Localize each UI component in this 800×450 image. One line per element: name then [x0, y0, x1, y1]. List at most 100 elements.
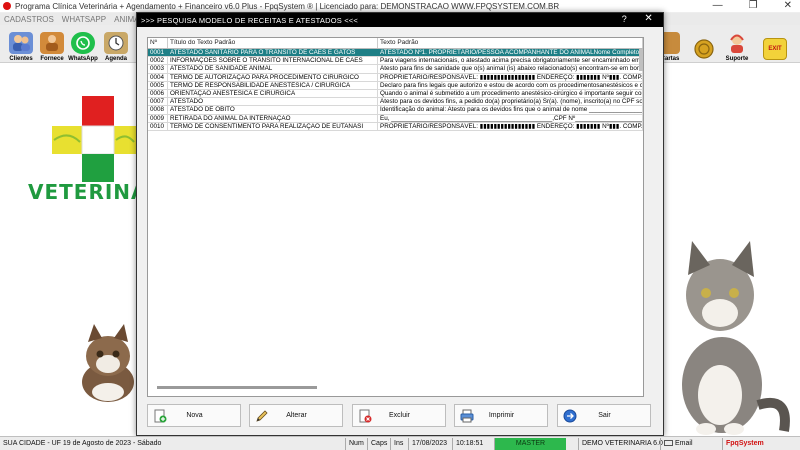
help-button[interactable]: ?	[622, 14, 627, 24]
row-number: 0004	[148, 73, 168, 81]
horizontal-scrollbar[interactable]	[157, 386, 317, 389]
agenda-label: Agenda	[104, 56, 127, 62]
status-date: 17/08/2023	[408, 438, 450, 450]
table-header: Nº Título do Texto Padrão Texto Padrão	[148, 38, 643, 49]
table-row[interactable]: 0006 ORIENTAÇÃO ANESTÉSICA E CIRÚRGICA Qua…	[148, 89, 643, 99]
fornece-button[interactable]: Fornece	[37, 26, 67, 62]
table-row[interactable]: 0005 TERMO DE RESPONSABILIDADE ANESTÉSICA…	[148, 81, 643, 90]
dialog-close-button[interactable]: ✕	[644, 13, 653, 24]
row-number: 0002	[148, 57, 168, 65]
row-title: ATESTADO	[168, 98, 378, 106]
minimize-button[interactable]: —	[713, 0, 723, 11]
sair-label: Sair	[598, 412, 611, 419]
row-text: Eu, ____________________________________…	[380, 114, 643, 122]
row-number: 0007	[148, 98, 168, 106]
row-text: PROPRIETÁRIO/RESPONSÁVEL: ▮▮▮▮▮▮▮▮▮▮▮▮▮▮…	[380, 73, 643, 81]
nova-button[interactable]: Nova	[147, 404, 241, 427]
nova-label: Nova	[186, 412, 203, 419]
suporte-label: Suporte	[725, 56, 749, 62]
exit-app-button[interactable]: EXIT	[760, 26, 790, 62]
table-row[interactable]: 0007 ATESTADO Atesto para os devidos fins,…	[148, 98, 643, 107]
exit-icon: EXIT	[763, 38, 787, 60]
row-number: 0010	[148, 122, 168, 130]
alterar-label: Alterar	[286, 412, 307, 419]
status-num-lock: Num	[345, 438, 367, 450]
suporte-button[interactable]: Suporte	[722, 26, 752, 62]
dialog-title: >>> PESQUISA MODELO DE RECEITAS E ATESTA…	[141, 15, 358, 25]
app-title: Programa Clínica Veterinária + Agendamen…	[15, 1, 560, 11]
support-icon	[725, 32, 749, 54]
column-header-number[interactable]: Nº	[148, 38, 168, 48]
row-text: Para viagens internacionais, o atestado …	[380, 57, 643, 65]
agenda-button[interactable]: Agenda	[101, 26, 131, 62]
imprimir-button[interactable]: Imprimir	[454, 404, 548, 427]
maximize-button[interactable]: ❐	[749, 0, 758, 11]
close-window-button[interactable]: ✕	[784, 0, 792, 11]
imprimir-label: Imprimir	[488, 412, 515, 419]
printer-icon	[460, 409, 474, 423]
search-templates-dialog: >>> PESQUISA MODELO DE RECEITAS E ATESTA…	[136, 12, 664, 436]
status-city-date: SUA CIDADE - UF 19 de Agosto de 2023 - S…	[3, 440, 162, 447]
email-button[interactable]: Email	[660, 438, 696, 450]
row-number: 0001	[148, 49, 168, 57]
row-title: ATESTADO DE SANIDADE ANIMAL	[168, 65, 378, 73]
agenda-icon	[104, 32, 128, 54]
column-header-text[interactable]: Texto Padrão	[378, 38, 643, 48]
table-row[interactable]: 0002 INFORMAÇÕES SOBRE O TRÂNSITO INTERNA…	[148, 57, 643, 66]
templates-table: Nº Título do Texto Padrão Texto Padrão 0…	[147, 37, 644, 397]
row-title: INFORMAÇÕES SOBRE O TRÂNSITO INTERNACION…	[168, 57, 378, 65]
alterar-button[interactable]: Alterar	[249, 404, 343, 427]
clientes-label: Clientes	[9, 56, 33, 62]
supplier-icon	[40, 32, 64, 54]
status-time: 10:18:51	[452, 438, 486, 450]
table-row[interactable]: 0003 ATESTADO DE SANIDADE ANIMAL Atesto pa…	[148, 65, 643, 74]
row-number: 0009	[148, 114, 168, 122]
row-text: PROPRIETÁRIO/RESPONSÁVEL: ▮▮▮▮▮▮▮▮▮▮▮▮▮▮…	[380, 122, 643, 130]
status-bar: SUA CIDADE - UF 19 de Agosto de 2023 - S…	[0, 436, 800, 450]
email-label: Email	[675, 440, 693, 447]
row-title: TERMO DE RESPONSABILIDADE ANESTÉSICA / C…	[168, 81, 378, 89]
table-body: 0001 ATESTADO SANITÁRIO PARA O TRÂNSITO D…	[148, 49, 643, 131]
coins-button[interactable]	[690, 26, 718, 62]
new-doc-icon	[153, 409, 167, 423]
menu-whatsapp[interactable]: WHATSAPP	[58, 15, 110, 24]
excluir-button[interactable]: Excluir	[352, 404, 446, 427]
table-row[interactable]: 0009 RETIRADA DO ANIMAL DA INTERNAÇÃO Eu, …	[148, 114, 643, 123]
row-number: 0006	[148, 89, 168, 98]
table-row[interactable]: 0004 TERMO DE AUTORIZAÇÃO PARA PROCEDIMEN…	[148, 73, 643, 82]
sair-button[interactable]: Sair	[557, 404, 651, 427]
logo-text: VETERINÁ	[28, 180, 148, 204]
whatsapp-label: WhatsApp	[68, 56, 98, 62]
excluir-label: Excluir	[388, 412, 410, 419]
whatsapp-button[interactable]: WhatsApp	[68, 26, 98, 62]
vertical-scrollbar[interactable]	[639, 49, 643, 71]
row-title: TERMO DE AUTORIZAÇÃO PARA PROCEDIMENTO C…	[168, 73, 378, 81]
delete-doc-icon	[358, 409, 372, 423]
cat-image	[662, 235, 792, 435]
kitten-image	[78, 320, 140, 402]
veterinaria-logo: VETERINÁ	[18, 92, 147, 207]
row-number: 0008	[148, 106, 168, 114]
row-text: Atesto para os devidos fins, a pedido do…	[380, 98, 643, 106]
row-text: ATESTADO Nº1. PROPRIETÁRIO/PESSOA ACOMPA…	[378, 49, 643, 57]
row-number: 0005	[148, 81, 168, 89]
table-row[interactable]: 0010 TERMO DE CONSENTIMENTO PARA REALIZAÇ…	[148, 122, 643, 131]
row-title: RETIRADA DO ANIMAL DA INTERNAÇÃO	[168, 114, 378, 122]
coins-icon	[692, 38, 716, 60]
whatsapp-icon	[71, 32, 95, 54]
row-title: TERMO DE CONSENTIMENTO PARA REALIZAÇÃO D…	[168, 122, 378, 130]
status-caps-lock: Caps	[367, 438, 390, 450]
table-row[interactable]: 0001 ATESTADO SANITÁRIO PARA O TRÂNSITO D…	[148, 49, 643, 58]
status-insert: Ins	[390, 438, 406, 450]
row-text: Quando o animal é submetido a um procedi…	[380, 89, 643, 98]
dialog-title-bar: >>> PESQUISA MODELO DE RECEITAS E ATESTA…	[137, 13, 663, 27]
clientes-button[interactable]: Clientes	[6, 26, 36, 62]
status-company: DEMO VETERINARIA 6.0	[578, 438, 666, 450]
window-controls: — ❐ ✕	[713, 0, 792, 11]
table-row[interactable]: 0008 ATESTADO DE ÓBITO Identificação do an…	[148, 106, 643, 115]
menu-cadastros[interactable]: CADASTROS	[0, 15, 58, 24]
email-icon	[664, 440, 673, 447]
row-text: Identificação do animal: Atesto para os …	[380, 106, 643, 114]
status-brand: FpqSystem	[722, 438, 767, 450]
column-header-title[interactable]: Título do Texto Padrão	[168, 38, 378, 48]
